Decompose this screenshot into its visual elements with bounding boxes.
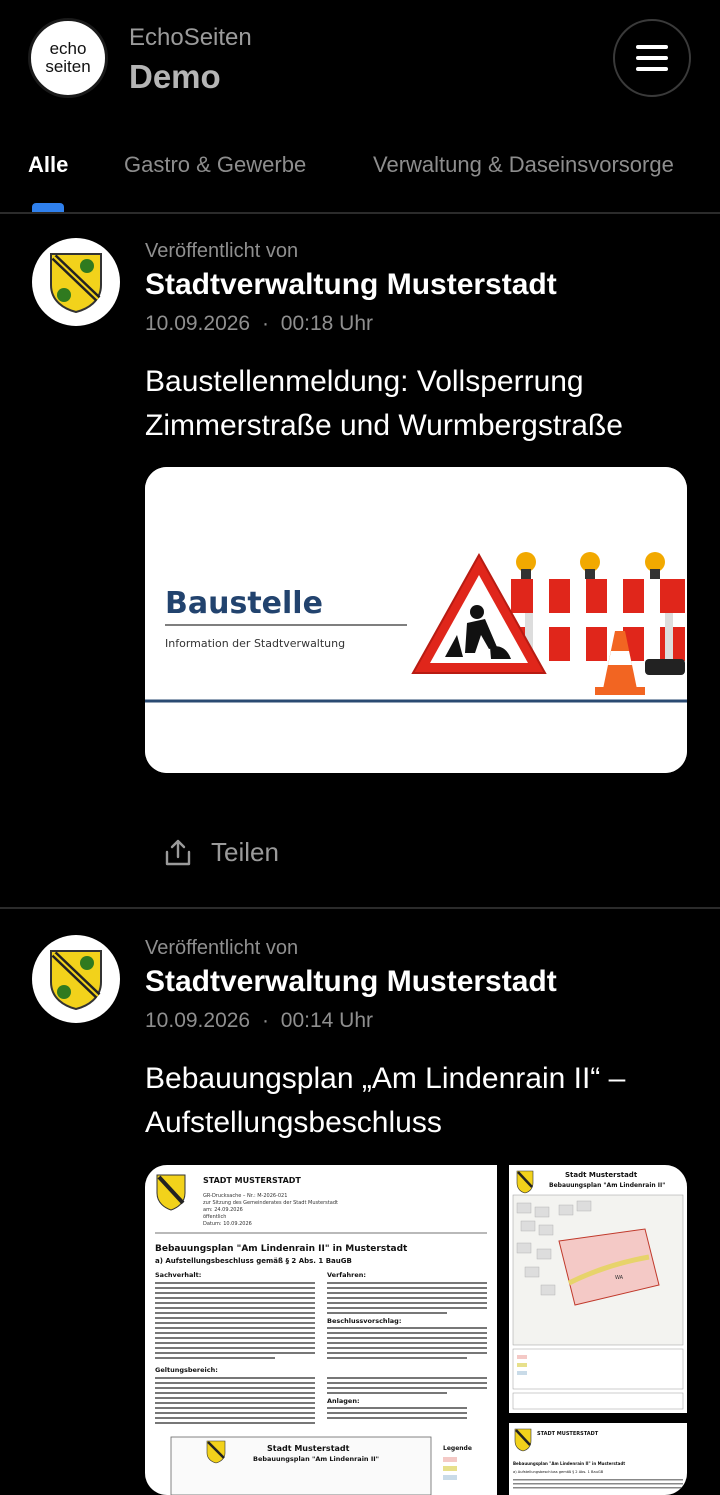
doc-sitzung: zur Sitzung des Gemeinderates der Stadt … [203,1200,338,1206]
logo-text-line1: echo [49,39,87,58]
coat-of-arms-icon [516,1170,534,1194]
post-time: 00:18 Uhr [280,312,374,335]
map-page-subtitle: Bebauungsplan "Am Lindenrain II" [549,1182,665,1189]
doc-geltungsbereich: Geltungsbereich: [155,1366,218,1374]
image-caption: Information der Stadtverwaltung [165,637,345,650]
post-date: 10.09.2026 [145,1009,251,1032]
doc-drucksache: GR-Drucksache – Nr.: M-2026-021 [203,1193,287,1199]
post-title[interactable]: Bebauungsplan „Am Lindenrain II“ – Aufst… [145,1057,685,1145]
category-tabs: Alle Gastro & Gewerbe Verwaltung & Dasei… [0,140,720,214]
post-datetime: 10.09.2026 · 00:18 Uhr [145,312,374,335]
small-doc-subheading: a) Aufstellungsbeschluss gemäß § 2 Abs. … [513,1470,604,1474]
doc-anlagen: Anlagen: [327,1397,360,1405]
map-wa-label: WA [615,1275,624,1281]
small-doc-city: STADT MUSTERSTADT [537,1431,599,1437]
app-header: echo seiten EchoSeiten Demo [0,0,720,120]
doc-am: am: 24.09.2026 [203,1207,243,1213]
doc-map-title: Stadt Musterstadt [267,1444,350,1453]
tab-alle[interactable]: Alle [28,152,68,178]
logo-text-line2: seiten [45,57,91,76]
tab-verwaltung-daseinsvorsorge[interactable]: Verwaltung & Daseinsvorsorge [373,152,674,178]
app-name: EchoSeiten [129,24,252,51]
share-button[interactable]: Teilen [163,837,279,868]
post-document-gallery[interactable]: STADT MUSTERSTADT GR-Drucksache – Nr.: M… [145,1165,687,1495]
hamburger-icon [636,45,668,49]
coat-of-arms-icon [50,950,102,1010]
app-subtitle: Demo [129,58,221,95]
map-page-title: Stadt Musterstadt [565,1171,638,1179]
doc-sachverhalt: Sachverhalt: [155,1271,201,1279]
coat-of-arms-icon [514,1428,532,1452]
doc-beschluss: Beschlussvorschlag: [327,1317,401,1325]
coat-of-arms-icon [206,1440,226,1464]
tab-gastro-gewerbe[interactable]: Gastro & Gewerbe [124,152,306,178]
post-datetime: 10.09.2026 · 00:14 Uhr [145,1009,374,1032]
publisher-avatar[interactable] [32,935,120,1023]
post-date: 10.09.2026 [145,312,251,335]
doc-subheading: a) Aufstellungsbeschluss gemäß § 2 Abs. … [155,1257,352,1265]
doc-heading: Bebauungsplan "Am Lindenrain II" in Must… [155,1244,408,1254]
construction-illustration: Baustelle Information der Stadtverwaltun… [145,467,687,773]
post-title[interactable]: Baustellenmeldung: Vollsperrung Zimmerst… [145,360,685,448]
doc-oeffentlich: öffentlich [203,1214,226,1220]
share-label: Teilen [211,837,279,867]
active-tab-indicator [32,203,64,212]
doc-map-subtitle: Bebauungsplan "Am Lindenrain II" [253,1455,379,1463]
post-time: 00:14 Uhr [280,1009,374,1032]
document-preview: STADT MUSTERSTADT GR-Drucksache – Nr.: M… [145,1165,687,1495]
coat-of-arms-icon [50,253,102,313]
coat-of-arms-icon [156,1174,186,1211]
doc-legend: Legende [443,1445,472,1452]
menu-button[interactable] [613,19,691,97]
share-icon [165,839,191,865]
publisher-name[interactable]: Stadtverwaltung Musterstadt [145,965,557,999]
doc-datum: Datum: 10.09.2026 [203,1221,252,1227]
publisher-avatar[interactable] [32,238,120,326]
published-by-label: Veröffentlicht von [145,240,299,262]
doc-verfahren: Verfahren: [327,1271,366,1279]
feed-post: Veröffentlicht von Stadtverwaltung Muste… [0,909,720,1495]
publisher-name[interactable]: Stadtverwaltung Musterstadt [145,268,557,302]
published-by-label: Veröffentlicht von [145,937,299,959]
small-doc-heading: Bebauungsplan "Am Lindenrain II" in Must… [513,1461,625,1466]
doc-city: STADT MUSTERSTADT [203,1176,301,1185]
image-heading: Baustelle [165,586,323,621]
brand: EchoSeiten Demo [129,24,252,96]
post-image[interactable]: Baustelle Information der Stadtverwaltun… [145,467,687,773]
feed-post: Veröffentlicht von Stadtverwaltung Muste… [0,212,720,909]
app-logo[interactable]: echo seiten [28,18,108,98]
